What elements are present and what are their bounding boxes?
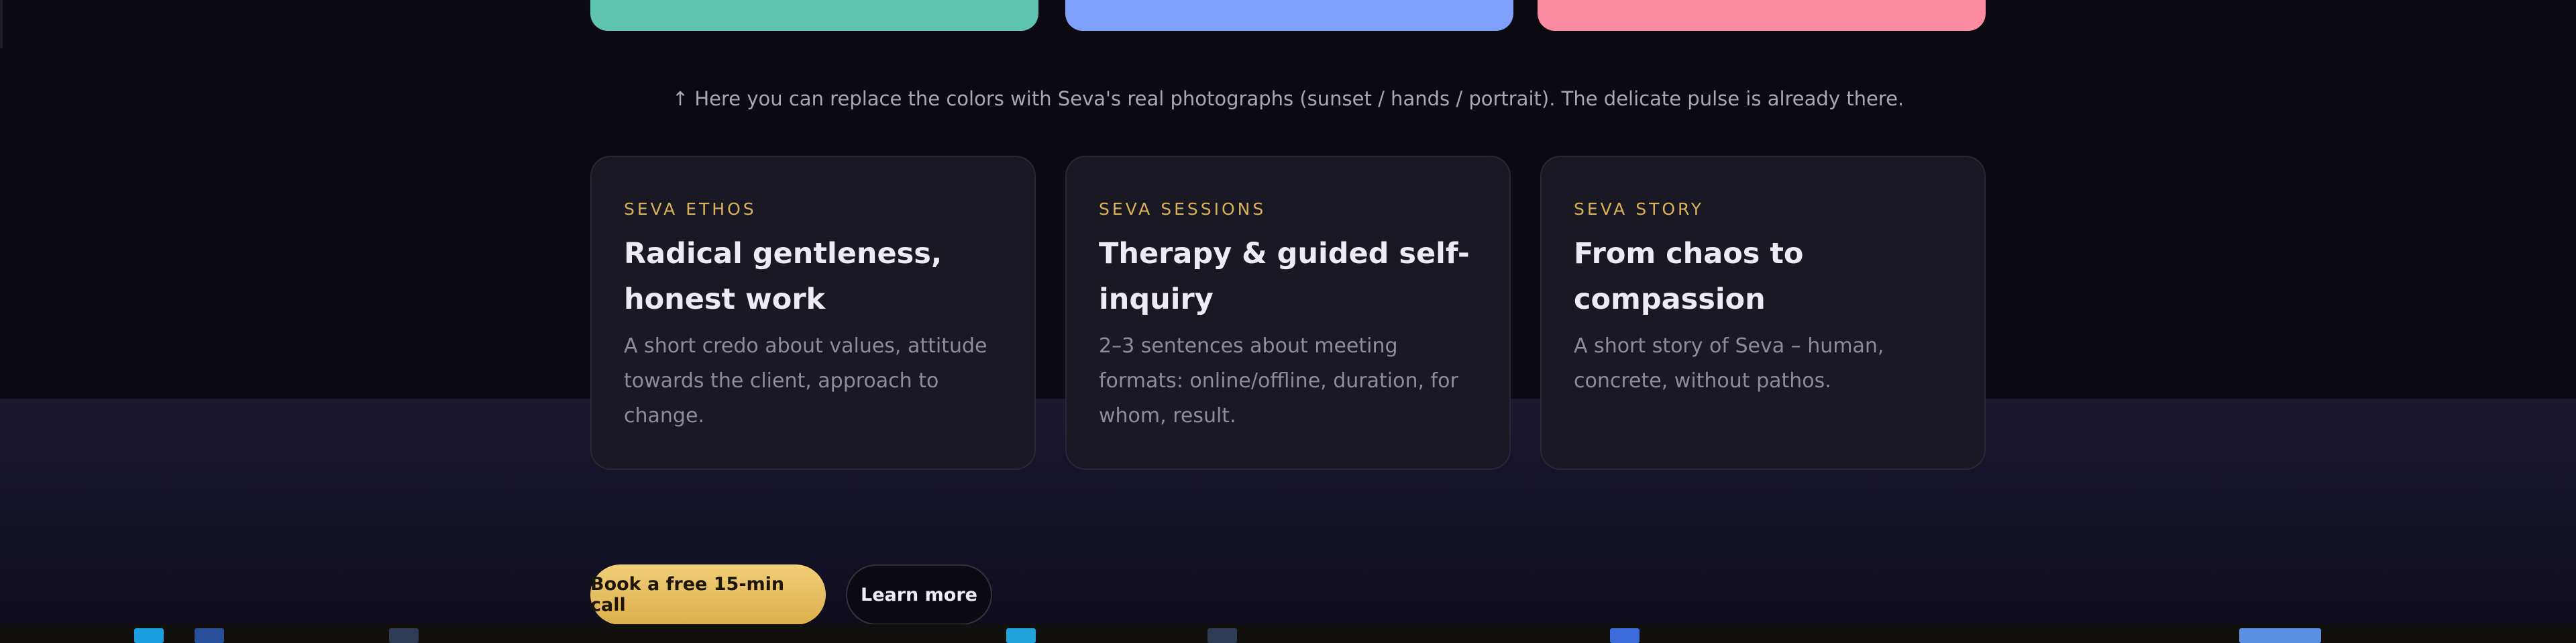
card-kicker: SEVA ETHOS xyxy=(624,199,757,219)
photo-placeholder-sunset xyxy=(590,0,1038,31)
book-call-button[interactable]: Book a free 15-min call xyxy=(590,564,826,625)
card-body: 2–3 sentences about meeting formats: onl… xyxy=(1099,334,1458,428)
taskbar-app-icon[interactable] xyxy=(134,628,164,643)
taskbar-app-icon[interactable] xyxy=(1208,628,1237,643)
photo-placeholder-portrait xyxy=(1538,0,1986,31)
taskbar-app-icon[interactable] xyxy=(389,628,419,643)
card-kicker: SEVA STORY xyxy=(1574,199,1705,219)
card-seva-ethos[interactable]: SEVA ETHOS Radical gentleness, honest wo… xyxy=(590,156,1036,470)
taskbar-app-icon[interactable] xyxy=(1006,628,1036,643)
taskbar-app-icon[interactable] xyxy=(1610,628,1640,643)
card-title: From chaos to compassion xyxy=(1574,237,1804,316)
taskbar-active-app-icon[interactable] xyxy=(2239,628,2321,643)
taskbar xyxy=(0,624,2576,643)
photo-replacement-note: ↑ Here you can replace the colors with S… xyxy=(672,87,1904,110)
card-body: A short credo about values, attitude tow… xyxy=(624,334,987,428)
card-seva-story[interactable]: SEVA STORY From chaos to compassion A sh… xyxy=(1540,156,1986,470)
learn-more-button[interactable]: Learn more xyxy=(846,564,992,625)
card-body: A short story of Seva – human, concrete,… xyxy=(1574,334,1884,393)
card-seva-sessions[interactable]: SEVA SESSIONS Therapy & guided self-inqu… xyxy=(1065,156,1511,470)
card-title: Radical gentleness, honest work xyxy=(624,237,943,316)
scroll-marker xyxy=(0,0,3,48)
photo-placeholder-hands xyxy=(1065,0,1513,31)
taskbar-app-icon[interactable] xyxy=(195,628,224,643)
card-title: Therapy & guided self-inquiry xyxy=(1099,237,1470,316)
card-kicker: SEVA SESSIONS xyxy=(1099,199,1267,219)
